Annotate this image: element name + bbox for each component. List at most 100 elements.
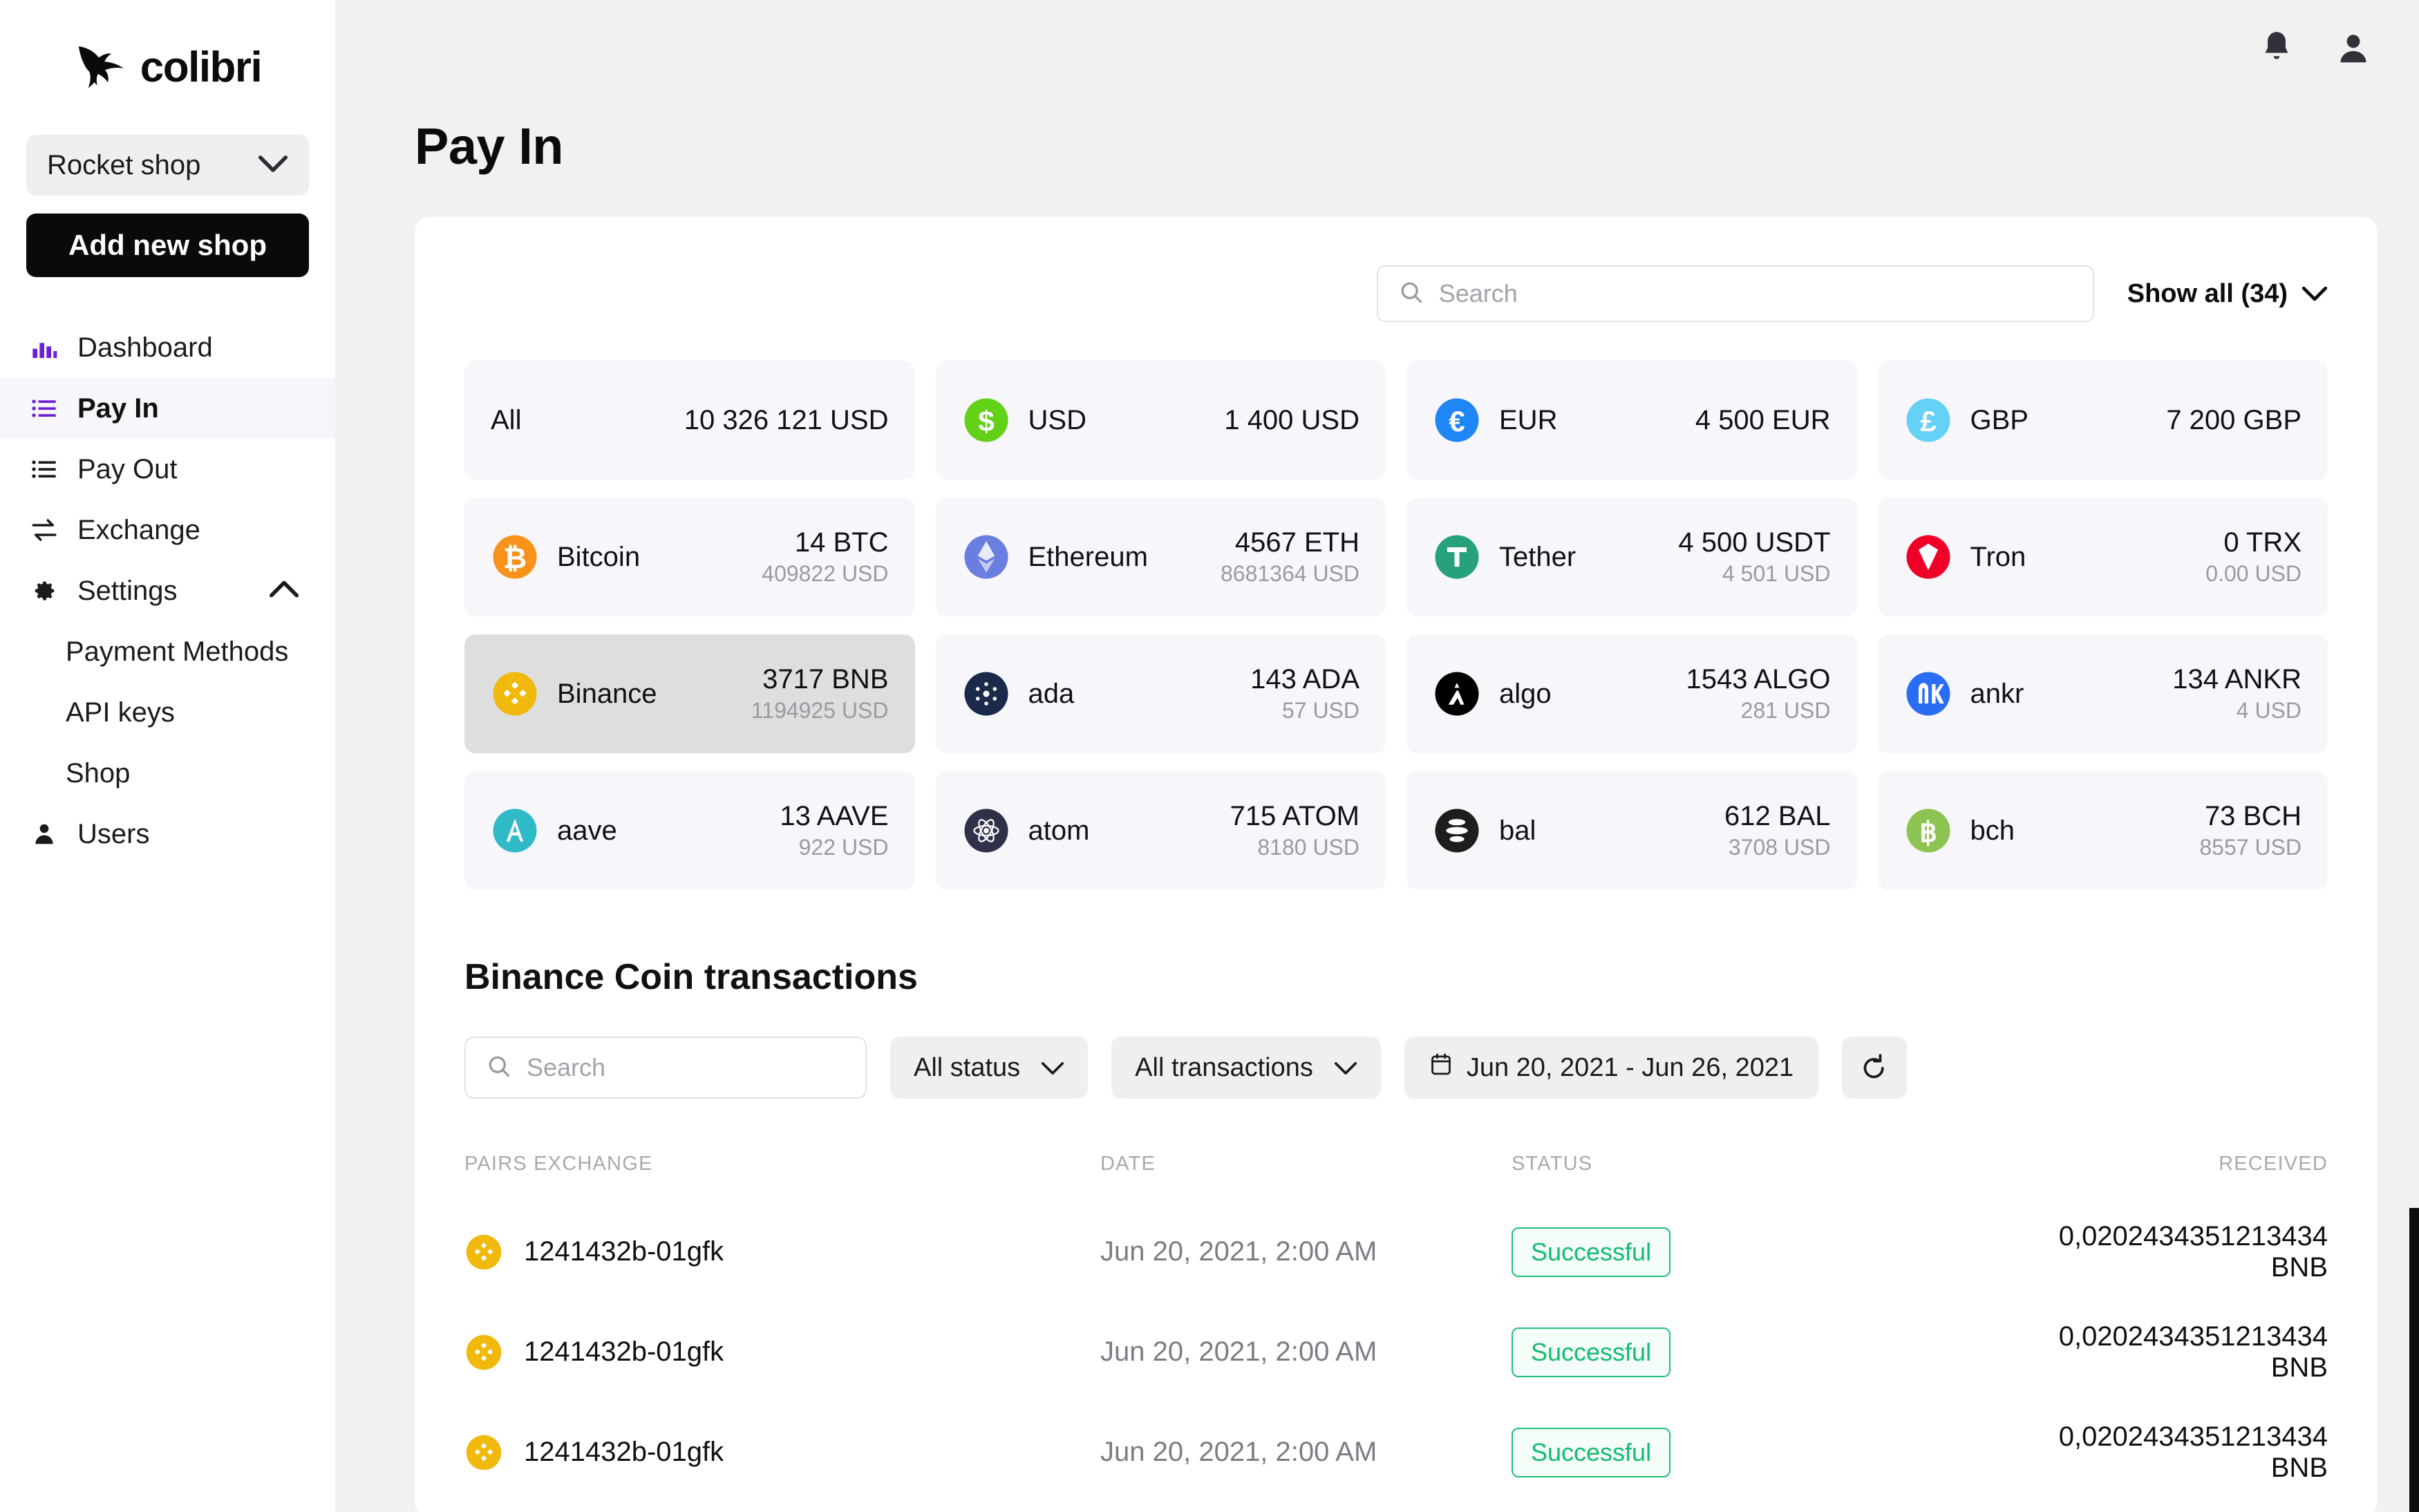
sidebar: colibri Rocket shop Add new shop Dashboa… [0,0,335,1512]
sidebar-item-label: Exchange [77,514,200,545]
sidebar-item-payment-methods[interactable]: Payment Methods [0,621,335,682]
chevron-down-icon [258,153,288,178]
algorand-icon [1433,670,1481,718]
refresh-button[interactable] [1842,1037,1908,1099]
currency-usd-value: 0.00 USD [2205,561,2302,586]
currency-name: Ethereum [1028,541,1148,572]
currency-amount: 7 200 GBP [2166,404,2302,435]
bar-chart-icon [29,332,59,363]
sidebar-subitem-label: API keys [66,697,175,728]
sidebar-item-dashboard[interactable]: Dashboard [0,317,335,378]
date-range-picker[interactable]: Jun 20, 2021 - Jun 26, 2021 [1404,1037,1819,1099]
brand-logo[interactable]: colibri [0,0,335,135]
transactions-title: Binance Coin transactions [464,957,918,997]
top-bar [335,0,2419,100]
currency-name: ankr [1970,678,2024,709]
chevron-down-icon [2302,279,2328,309]
currency-name: USD [1028,404,1086,435]
svg-text:€: € [1449,405,1465,437]
sidebar-item-pay-out[interactable]: Pay Out [0,439,335,500]
search-icon [487,1054,511,1082]
sidebar-nav: Dashboard Pay In Pay Out Exchange Settin… [0,317,335,864]
shop-selector[interactable]: Rocket shop [26,135,309,196]
currency-amount: 4 500 EUR [1695,404,1831,435]
sidebar-item-pay-in[interactable]: Pay In [0,378,335,439]
currency-usd-value: 281 USD [1740,698,1831,723]
user-avatar-icon[interactable] [2335,30,2372,70]
currency-grid: All 10 326 121 USD $ USD 1 400 USD € EUR… [415,322,2378,890]
svg-text:฿: ฿ [1919,817,1937,848]
currency-card-ankr[interactable]: ankr 134 ANKR 4 USD [1877,634,2328,753]
transactions-search-input[interactable] [527,1053,845,1082]
currency-card-ethereum[interactable]: Ethereum 4567 ETH 8681364 USD [935,498,1386,616]
currency-usd-value: 3708 USD [1728,835,1831,860]
transactions-search-box[interactable] [464,1037,867,1099]
add-new-shop-button[interactable]: Add new shop [26,214,309,277]
app-root: colibri Rocket shop Add new shop Dashboa… [0,0,2419,1512]
sidebar-item-settings[interactable]: Settings [0,560,335,621]
exchange-arrows-icon [29,515,59,545]
bcash-icon: ฿ [1904,806,1952,855]
currency-card-bitcoin[interactable]: ₿ Bitcoin 14 BTC 409822 USD [464,498,915,616]
currency-card-all[interactable]: All 10 326 121 USD [464,361,915,480]
column-header-date: DATE [1100,1153,1156,1175]
currency-usd-value: 8180 USD [1257,835,1359,860]
transaction-received: 0,0202434351213434 BNB [2058,1321,2328,1383]
currency-amount: 134 ANKR [2172,664,2302,694]
currency-amount: 0 TRX [2223,527,2302,558]
transactions-filters: All status All transactions [415,998,2378,1099]
currency-card-tether[interactable]: Tether 4 500 USDT 4 501 USD [1406,498,1857,616]
gbp-icon: £ [1904,396,1952,444]
currency-card-ada[interactable]: ada 143 ADA 57 USD [935,634,1386,753]
currency-card-eur[interactable]: € EUR 4 500 EUR [1406,361,1857,480]
currency-amount: 1543 ALGO [1686,664,1831,694]
aave-icon [491,806,539,855]
show-all-label: Show all (34) [2127,278,2288,308]
shop-selector-value: Rocket shop [47,149,201,180]
table-row[interactable]: 1241432b-01gfk Jun 20, 2021, 2:00 AM Suc… [464,1202,2328,1302]
status-filter-dropdown[interactable]: All status [890,1037,1089,1099]
main-content: Pay In Show all (34) [335,0,2419,1512]
transaction-date: Jun 20, 2021, 2:00 AM [1100,1236,1377,1267]
sidebar-item-exchange[interactable]: Exchange [0,500,335,560]
sidebar-item-users[interactable]: Users [0,804,335,864]
ethereum-icon [962,533,1010,581]
currency-card-atom[interactable]: atom 715 ATOM 8180 USD [935,771,1386,890]
table-row[interactable]: 1241432b-01gfk Jun 20, 2021, 2:00 AM Suc… [464,1402,2328,1502]
currency-card-bal[interactable]: bal 612 BAL 3708 USD [1406,771,1857,890]
currency-card-usd[interactable]: $ USD 1 400 USD [935,361,1386,480]
currency-amount: 73 BCH [2204,801,2302,831]
currency-amount: 3717 BNB [762,664,889,694]
currency-card-binance[interactable]: Binance 3717 BNB 1194925 USD [464,634,915,753]
currency-usd-value: 4 USD [2236,698,2302,723]
sidebar-item-label: Settings [77,575,178,606]
currency-usd-value: 409822 USD [762,561,889,586]
currency-card-bch[interactable]: ฿ bch 73 BCH 8557 USD [1877,771,2328,890]
sidebar-item-shop[interactable]: Shop [0,743,335,804]
bell-icon[interactable] [2259,29,2295,71]
binance-icon [464,1433,503,1472]
currency-card-algo[interactable]: algo 1543 ALGO 281 USD [1406,634,1857,753]
currency-name: bch [1970,815,2015,846]
sidebar-item-api-keys[interactable]: API keys [0,682,335,743]
currency-search-input[interactable] [1438,279,2072,308]
pay-in-panel: Show all (34) All 10 326 121 USD $ [415,217,2378,1512]
currency-card-aave[interactable]: aave 13 AAVE 922 USD [464,771,915,890]
currency-search-box[interactable] [1376,265,2094,322]
list-icon [29,393,59,424]
transaction-type-filter-dropdown[interactable]: All transactions [1111,1037,1381,1099]
transaction-date: Jun 20, 2021, 2:00 AM [1100,1437,1377,1467]
currency-amount: 10 326 121 USD [684,404,889,435]
currency-usd-value: 57 USD [1281,698,1359,723]
table-row[interactable]: 1241432b-01gfk Jun 20, 2021, 2:00 AM Suc… [464,1302,2328,1402]
ankr-icon [1904,670,1952,718]
currency-amount: 4567 ETH [1234,527,1359,558]
chevron-up-icon[interactable] [269,580,299,603]
currency-name: All [491,404,522,435]
page-scrollbar[interactable] [2409,1208,2419,1512]
binance-icon [491,670,539,718]
currency-card-gbp[interactable]: £ GBP 7 200 GBP [1877,361,2328,480]
currency-card-tron[interactable]: Tron 0 TRX 0.00 USD [1877,498,2328,616]
show-all-dropdown[interactable]: Show all (34) [2127,279,2328,309]
list-icon [29,454,59,484]
